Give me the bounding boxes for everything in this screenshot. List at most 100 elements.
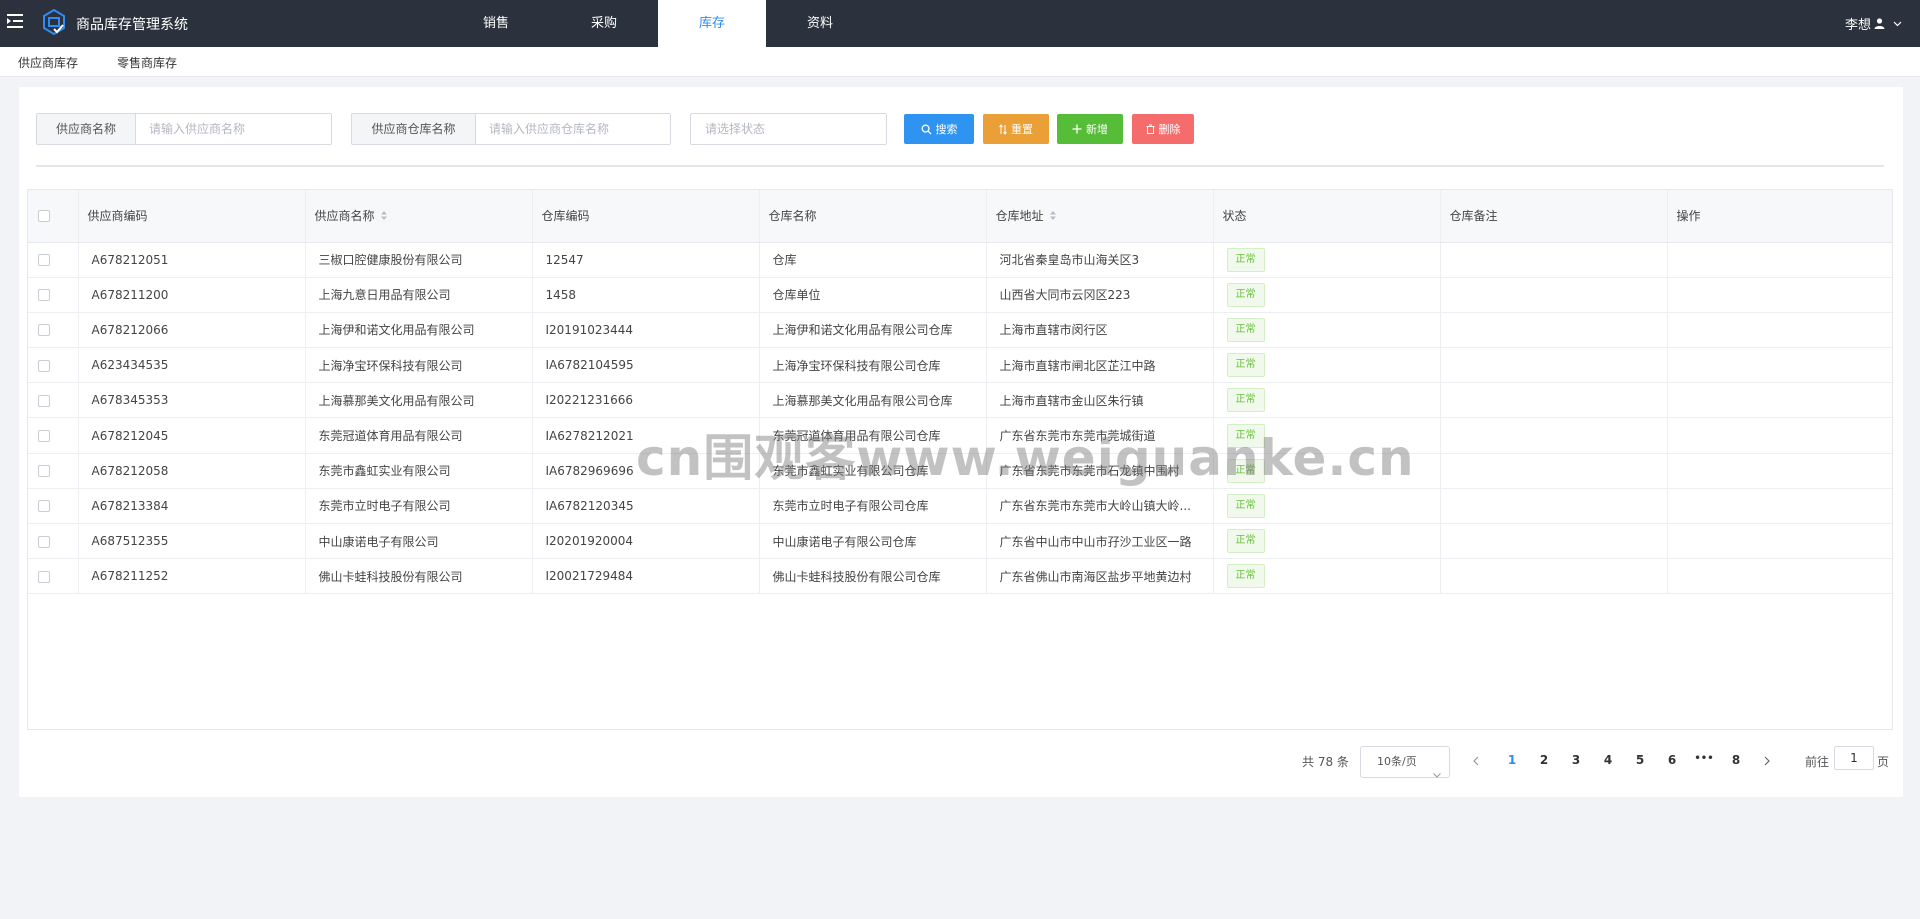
actions-cell [1667,382,1892,419]
subnav-item-supplier-stock[interactable]: 供应商库存 [18,54,78,71]
row-checkbox[interactable] [38,535,50,548]
column-header-warehouse-address[interactable]: 仓库地址 [986,190,1214,243]
column-header-label: 状态 [1222,209,1247,224]
nav-item-sales[interactable]: 销售 [442,0,550,47]
prev-page-icon[interactable] [1472,755,1479,770]
select-all-cell [28,190,79,243]
warehouse-address-cell: 山西省大同市云冈区223 [986,277,1214,313]
page-number-3[interactable]: 3 [1568,753,1584,767]
sort-icon[interactable] [380,210,388,224]
menu-toggle-icon[interactable] [6,12,24,30]
row-checkbox[interactable] [38,289,50,302]
goto-label: 前往 [1805,755,1830,769]
warehouse-name-cell: 仓库单位 [759,277,987,313]
warehouse-code-cell: IA6278212021 [532,417,760,454]
page-ellipsis[interactable]: ••• [1693,753,1715,764]
supplier-code-cell: A678211200 [78,277,306,313]
select-all-checkbox[interactable] [38,210,50,223]
page-size-select[interactable]: 10条/页 [1360,746,1450,778]
row-select-cell [28,277,79,313]
column-header-label: 仓库备注 [1449,209,1498,224]
supplier-code-cell: A678213384 [78,488,306,525]
supplier-name-cell: 东莞市鑫虹实业有限公司 [305,453,533,489]
sort-icon[interactable] [1049,210,1057,224]
table-row[interactable]: A678212051 三椒口腔健康股份有限公司 12547 仓库 河北省秦皇岛市山海关区… [28,242,1892,278]
row-select-cell [28,347,79,384]
user-name: 李想 [1844,18,1871,33]
table-row[interactable]: A678213384 东莞市立时电子有限公司 IA6782120345 东莞市立时电子… [28,488,1892,525]
row-checkbox[interactable] [38,394,50,407]
reset-button[interactable]: 重置 [983,114,1049,144]
status-select[interactable]: 请选择状态 [690,113,887,145]
table-row[interactable]: A678211252 佛山卡蛙科技股份有限公司 I20021729484 佛山卡蛙科技… [28,558,1892,595]
goto-page-input[interactable] [1834,746,1874,770]
table-row[interactable]: A678345353 上海慕那美文化用品有限公司 I20221231666 上海慕那美… [28,382,1892,419]
supplier-name-cell: 佛山卡蛙科技股份有限公司 [305,558,533,595]
nav-item-data[interactable]: 资料 [766,0,874,47]
warehouse-name-input[interactable] [476,114,670,144]
nav-item-inventory[interactable]: 库存 [658,0,766,47]
sub-nav: 供应商库存 零售商库存 [0,47,1920,77]
warehouse-name-cell: 中山康诺电子有限公司仓库 [759,523,987,560]
delete-button[interactable]: 删除 [1132,114,1194,144]
row-checkbox[interactable] [38,254,50,267]
status-cell: 正常 [1213,277,1441,313]
row-checkbox[interactable] [38,324,50,337]
warehouse-address-cell: 广东省东莞市东莞市大岭山镇大岭... [986,488,1214,525]
warehouse-code-cell: I20201920004 [532,523,760,560]
warehouse-address-cell: 广东省佛山市南海区盐步平地黄边村 [986,558,1214,595]
warehouse-address-cell: 广东省东莞市东莞市石龙镇中围村 [986,453,1214,489]
column-header-supplier-name[interactable]: 供应商名称 [305,190,533,243]
status-cell: 正常 [1213,382,1441,419]
row-checkbox[interactable] [38,570,50,583]
table-row[interactable]: A678211200 上海九意日用品有限公司 1458 仓库单位 山西省大同市云冈区22… [28,277,1892,313]
user-menu[interactable]: 李想 [1845,14,1902,33]
warehouse-name-label: 供应商仓库名称 [352,114,476,144]
column-header-status: 状态 [1213,190,1441,243]
warehouse-address-cell: 广东省东莞市东莞市莞城街道 [986,417,1214,454]
table-row[interactable]: A687512355 中山康诺电子有限公司 I20201920004 中山康诺电子有限… [28,523,1892,560]
column-header-label: 供应商编码 [87,209,148,224]
warehouse-remark-cell [1440,347,1668,384]
page-number-4[interactable]: 4 [1600,753,1616,767]
trash-icon [1146,124,1155,134]
warehouse-name-cell: 东莞市鑫虹实业有限公司仓库 [759,453,987,489]
supplier-name-input[interactable] [136,114,331,144]
row-checkbox[interactable] [38,465,50,478]
next-page-icon[interactable] [1764,755,1771,770]
warehouse-name-cell: 上海慕那美文化用品有限公司仓库 [759,382,987,419]
data-table: 供应商编码 供应商名称 仓库编码 仓库名称 仓库地址 状态 仓库备注 操作 A6… [27,189,1893,730]
sort-arrows-icon [999,123,1007,135]
row-checkbox[interactable] [38,359,50,372]
row-checkbox[interactable] [38,500,50,513]
filter-divider [36,165,1884,167]
table-row[interactable]: A623434535 上海净宝环保科技有限公司 IA6782104595 上海净宝环保… [28,347,1892,384]
search-button[interactable]: 搜索 [904,114,974,144]
column-header-warehouse-code: 仓库编码 [532,190,760,243]
supplier-name-cell: 三椒口腔健康股份有限公司 [305,242,533,278]
actions-cell [1667,277,1892,313]
status-badge: 正常 [1226,353,1265,378]
table-row[interactable]: A678212045 东莞冠道体育用品有限公司 IA6278212021 东莞冠道体育… [28,417,1892,454]
page-number-5[interactable]: 5 [1632,753,1648,767]
warehouse-code-cell: I20021729484 [532,558,760,595]
page-number-2[interactable]: 2 [1536,753,1552,767]
warehouse-address-cell: 上海市直辖市闸北区芷江中路 [986,347,1214,384]
warehouse-address-cell: 上海市直辖市闵行区 [986,312,1214,349]
subnav-item-retailer-stock[interactable]: 零售商库存 [117,54,177,71]
actions-cell [1667,347,1892,384]
add-button[interactable]: 新增 [1057,114,1123,144]
nav-item-purchase[interactable]: 采购 [550,0,658,47]
column-header-label: 仓库编码 [541,209,590,224]
page-number-1[interactable]: 1 [1504,753,1520,767]
page-number-8[interactable]: 8 [1728,753,1744,767]
supplier-name-label: 供应商名称 [37,114,136,144]
status-cell: 正常 [1213,347,1441,384]
warehouse-address-cell: 广东省中山市中山市孖沙工业区一路 [986,523,1214,560]
warehouse-code-cell: I20191023444 [532,312,760,349]
table-row[interactable]: A678212066 上海伊和诺文化用品有限公司 I20191023444 上海伊和诺… [28,312,1892,349]
warehouse-remark-cell [1440,277,1668,313]
table-row[interactable]: A678212058 东莞市鑫虹实业有限公司 IA6782969696 东莞市鑫虹实业… [28,453,1892,489]
page-number-6[interactable]: 6 [1664,753,1680,767]
row-checkbox[interactable] [38,430,50,443]
